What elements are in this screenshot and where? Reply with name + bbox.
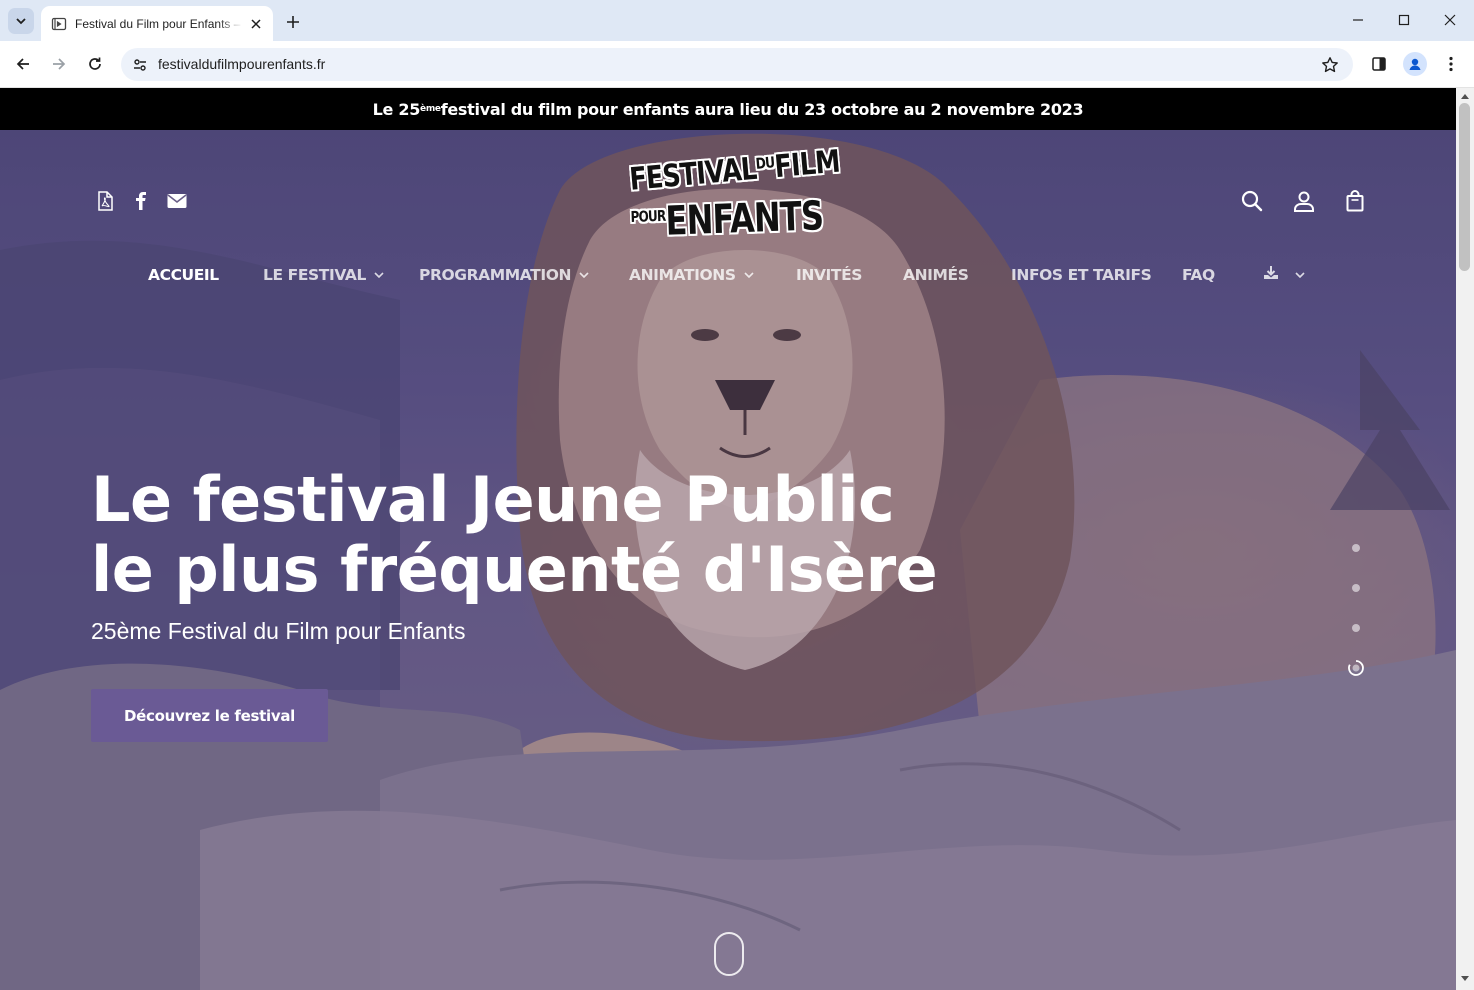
slider-dot-2[interactable]	[1352, 584, 1360, 592]
reload-icon	[89, 57, 101, 70]
announcement-sup: ème	[420, 104, 441, 114]
close-window-button[interactable]	[1435, 8, 1465, 32]
kebab-menu-icon	[1449, 56, 1453, 72]
scroll-thumb[interactable]	[1459, 103, 1470, 271]
slider-dot-1[interactable]	[1352, 544, 1360, 552]
nav-item-accueil[interactable]: ACCUEIL	[148, 266, 219, 284]
browser-toolbar: festivaldufilmpourenfants.fr	[0, 41, 1474, 88]
discover-festival-button[interactable]: Découvrez le festival	[91, 689, 328, 742]
slider-dot-4-active[interactable]	[1346, 658, 1366, 678]
site-info-icon[interactable]	[129, 54, 151, 76]
maximize-icon	[1398, 14, 1410, 26]
browser-tab-strip: Festival du Film pour Enfants – Le festi…	[0, 0, 1474, 41]
main-navigation: ACCUEIL LE FESTIVAL PROGRAMMATION ANIMAT…	[0, 258, 1456, 298]
scroll-down-icon[interactable]	[1460, 974, 1470, 984]
slider-dot-3[interactable]	[1352, 624, 1360, 632]
profile-icon	[1409, 58, 1421, 70]
festival-logo[interactable]: FESTIVALDUFILM POURENFANTS	[622, 144, 841, 250]
pdf-icon[interactable]	[94, 190, 116, 212]
url-text[interactable]: festivaldufilmpourenfants.fr	[158, 56, 325, 72]
download-icon	[1263, 266, 1279, 284]
star-icon[interactable]	[1319, 54, 1341, 76]
chevron-down-icon	[744, 272, 754, 278]
chevron-down-icon	[374, 272, 384, 278]
active-tab[interactable]: Festival du Film pour Enfants – Le festi…	[41, 6, 273, 41]
close-icon[interactable]	[247, 15, 265, 33]
hero-subtitle: 25ème Festival du Film pour Enfants	[91, 618, 466, 644]
profile-button[interactable]	[1403, 52, 1427, 76]
forward-icon	[53, 58, 66, 70]
side-panel-icon	[1372, 57, 1386, 71]
search-icon[interactable]	[1239, 188, 1265, 214]
hero-section: FESTIVALDUFILM POURENFANTS ACCUEIL LE FE…	[0, 130, 1456, 990]
back-icon	[16, 58, 29, 70]
page-scrollbar[interactable]	[1456, 88, 1474, 990]
facebook-icon[interactable]	[130, 190, 152, 212]
cart-icon[interactable]	[1342, 188, 1368, 214]
nav-item-animations[interactable]: ANIMATIONS	[629, 266, 754, 284]
maximize-button[interactable]	[1389, 8, 1419, 32]
logo-line-2: POURENFANTS	[630, 193, 824, 245]
tab-title: Festival du Film pour Enfants – Le festi…	[75, 16, 243, 31]
hero-title: Le festival Jeune Public le plus fréquen…	[91, 463, 938, 606]
hero-title-line-2: le plus fréquenté d'Isère	[91, 533, 938, 606]
account-icon[interactable]	[1291, 188, 1317, 214]
chevron-down-icon	[579, 272, 589, 278]
nav-item-faq[interactable]: FAQ	[1182, 266, 1215, 284]
scroll-up-icon[interactable]	[1460, 91, 1470, 101]
mail-icon[interactable]	[166, 190, 188, 212]
announcement-prefix: Le 25	[372, 99, 421, 119]
close-window-icon	[1444, 14, 1456, 26]
back-button[interactable]	[10, 51, 36, 77]
minimize-button[interactable]	[1343, 8, 1373, 32]
new-tab-button[interactable]	[282, 11, 304, 33]
forward-button[interactable]	[46, 51, 72, 77]
side-panel-button[interactable]	[1367, 52, 1391, 76]
minimize-icon	[1353, 19, 1363, 21]
nav-item-programmation[interactable]: PROGRAMMATION	[419, 266, 589, 284]
reload-button[interactable]	[82, 51, 108, 77]
chevron-down-icon	[1295, 272, 1305, 278]
announcement-bar: Le 25 ème festival du film pour enfants a…	[0, 88, 1456, 130]
nav-item-infos-et-tarifs[interactable]: INFOS ET TARIFS	[1011, 266, 1152, 284]
tab-search-button[interactable]	[8, 8, 34, 34]
nav-item-animes[interactable]: ANIMÉS	[903, 266, 969, 284]
page-viewport: Le 25 ème festival du film pour enfants a…	[0, 88, 1456, 990]
scroll-down-indicator[interactable]	[714, 932, 744, 976]
plus-icon	[287, 16, 299, 28]
address-bar[interactable]: festivaldufilmpourenfants.fr	[121, 48, 1353, 81]
announcement-text: festival du film pour enfants aura lieu …	[440, 99, 1084, 119]
nav-item-le-festival[interactable]: LE FESTIVAL	[263, 266, 384, 284]
hero-title-line-1: Le festival Jeune Public	[91, 463, 895, 536]
chevron-down-icon	[16, 18, 26, 25]
nav-item-invites[interactable]: INVITÉS	[796, 266, 862, 284]
menu-button[interactable]	[1439, 52, 1463, 76]
favicon-icon	[51, 16, 67, 32]
nav-item-download[interactable]	[1263, 266, 1305, 284]
